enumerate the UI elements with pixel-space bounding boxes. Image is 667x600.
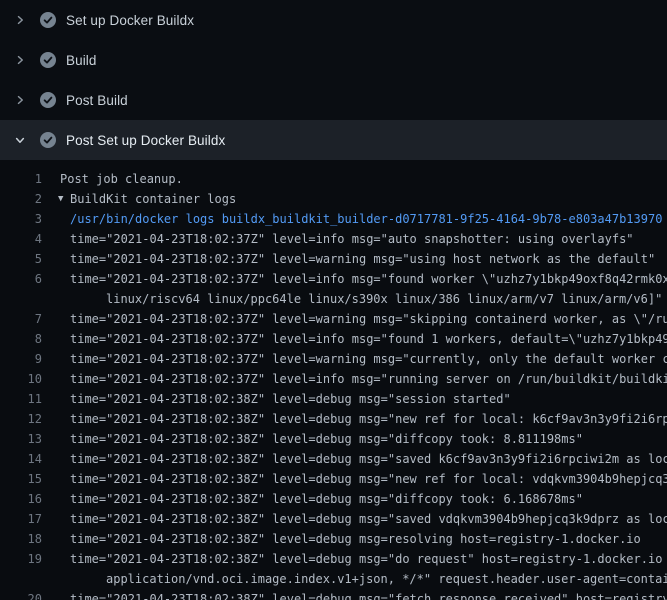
step-label: Set up Docker Buildx <box>66 13 194 28</box>
step-label: Post Build <box>66 93 128 108</box>
chevron-right-icon <box>12 12 28 28</box>
step-label: Post Set up Docker Buildx <box>66 133 225 148</box>
log-text: time="2021-04-23T18:02:37Z" level=warnin… <box>70 249 655 269</box>
line-number[interactable]: 7 <box>0 309 42 329</box>
line-number[interactable]: 17 <box>0 509 42 529</box>
log-line: 8 time="2021-04-23T18:02:37Z" level=info … <box>0 329 667 349</box>
chevron-right-icon <box>12 92 28 108</box>
log-line: 15 time="2021-04-23T18:02:38Z" level=debu… <box>0 469 667 489</box>
log-line: 13 time="2021-04-23T18:02:38Z" level=debu… <box>0 429 667 449</box>
log-line: 19 time="2021-04-23T18:02:38Z" level=debu… <box>0 549 667 569</box>
group-collapse-icon[interactable]: ▼ <box>58 189 70 209</box>
log-line: 2 ▼BuildKit container logs <box>0 189 667 209</box>
log-text: time="2021-04-23T18:02:38Z" level=debug … <box>70 389 511 409</box>
log-line: linux/riscv64 linux/ppc64le linux/s390x … <box>0 289 667 309</box>
log-text: time="2021-04-23T18:02:38Z" level=debug … <box>70 489 583 509</box>
log-line: 6 time="2021-04-23T18:02:37Z" level=info … <box>0 269 667 289</box>
log-text: time="2021-04-23T18:02:38Z" level=debug … <box>70 589 667 600</box>
log-line: 17 time="2021-04-23T18:02:38Z" level=debu… <box>0 509 667 529</box>
log-line: 14 time="2021-04-23T18:02:38Z" level=debu… <box>0 449 667 469</box>
line-number[interactable]: 4 <box>0 229 42 249</box>
step-header-set-up-docker-buildx[interactable]: Set up Docker Buildx <box>0 0 667 40</box>
log-line: 4 time="2021-04-23T18:02:37Z" level=info … <box>0 229 667 249</box>
step-header-build[interactable]: Build <box>0 40 667 80</box>
line-number[interactable]: 8 <box>0 329 42 349</box>
line-number[interactable]: 18 <box>0 529 42 549</box>
chevron-right-icon <box>12 52 28 68</box>
check-circle-icon <box>40 12 56 28</box>
log-line: 10 time="2021-04-23T18:02:37Z" level=info… <box>0 369 667 389</box>
log-viewer: 1 Post job cleanup. 2 ▼BuildKit container l… <box>0 160 667 600</box>
log-line: 20 time="2021-04-23T18:02:38Z" level=debu… <box>0 589 667 600</box>
line-number[interactable]: 2 <box>0 189 42 209</box>
log-text: time="2021-04-23T18:02:38Z" level=debug … <box>70 409 667 429</box>
log-text: application/vnd.oci.image.index.v1+json,… <box>106 569 667 589</box>
log-text: time="2021-04-23T18:02:38Z" level=debug … <box>70 449 667 469</box>
log-text: linux/riscv64 linux/ppc64le linux/s390x … <box>106 289 662 309</box>
line-number[interactable]: 11 <box>0 389 42 409</box>
log-text: BuildKit container logs <box>70 189 236 209</box>
line-number[interactable]: 3 <box>0 209 42 229</box>
log-text: time="2021-04-23T18:02:38Z" level=debug … <box>70 469 667 489</box>
check-circle-icon <box>40 52 56 68</box>
line-number[interactable]: 1 <box>0 169 42 189</box>
line-number[interactable]: 12 <box>0 409 42 429</box>
log-text: time="2021-04-23T18:02:37Z" level=info m… <box>70 269 667 289</box>
log-line: 18 time="2021-04-23T18:02:38Z" level=debu… <box>0 529 667 549</box>
check-circle-icon <box>40 92 56 108</box>
step-header-post-set-up-docker-buildx[interactable]: Post Set up Docker Buildx <box>0 120 667 160</box>
log-text: Post job cleanup. <box>60 169 183 189</box>
log-text: time="2021-04-23T18:02:38Z" level=debug … <box>70 549 667 569</box>
log-line: 16 time="2021-04-23T18:02:38Z" level=debu… <box>0 489 667 509</box>
log-text: time="2021-04-23T18:02:38Z" level=debug … <box>70 509 667 529</box>
line-number[interactable]: 5 <box>0 249 42 269</box>
log-line: 1 Post job cleanup. <box>0 169 667 189</box>
line-number[interactable]: 15 <box>0 469 42 489</box>
line-number <box>0 289 42 309</box>
log-line: 12 time="2021-04-23T18:02:38Z" level=debu… <box>0 409 667 429</box>
check-circle-icon <box>40 132 56 148</box>
line-number[interactable]: 9 <box>0 349 42 369</box>
log-line: 3/usr/bin/docker logs buildx_buildkit_bu… <box>0 209 667 229</box>
log-line: 5 time="2021-04-23T18:02:37Z" level=warni… <box>0 249 667 269</box>
line-number[interactable]: 14 <box>0 449 42 469</box>
line-number[interactable]: 20 <box>0 589 42 600</box>
log-text: time="2021-04-23T18:02:38Z" level=debug … <box>70 429 583 449</box>
line-number[interactable]: 16 <box>0 489 42 509</box>
log-text: time="2021-04-23T18:02:37Z" level=info m… <box>70 329 667 349</box>
log-text: time="2021-04-23T18:02:38Z" level=debug … <box>70 529 641 549</box>
line-number[interactable]: 6 <box>0 269 42 289</box>
step-list: Set up Docker Buildx Build Post Build Post … <box>0 0 667 160</box>
log-line: 9 time="2021-04-23T18:02:37Z" level=warni… <box>0 349 667 369</box>
line-number[interactable]: 13 <box>0 429 42 449</box>
log-text: time="2021-04-23T18:02:37Z" level=warnin… <box>70 309 667 329</box>
chevron-down-icon <box>12 132 28 148</box>
log-line: application/vnd.oci.image.index.v1+json,… <box>0 569 667 589</box>
command-text: /usr/bin/docker logs buildx_buildkit_bui… <box>70 209 662 229</box>
log-text: time="2021-04-23T18:02:37Z" level=info m… <box>70 369 667 389</box>
log-text: time="2021-04-23T18:02:37Z" level=warnin… <box>70 349 667 369</box>
line-number <box>0 569 42 589</box>
log-line: 11 time="2021-04-23T18:02:38Z" level=debu… <box>0 389 667 409</box>
log-line: 7 time="2021-04-23T18:02:37Z" level=warni… <box>0 309 667 329</box>
step-header-post-build[interactable]: Post Build <box>0 80 667 120</box>
line-number[interactable]: 10 <box>0 369 42 389</box>
line-number[interactable]: 19 <box>0 549 42 569</box>
log-text: time="2021-04-23T18:02:37Z" level=info m… <box>70 229 634 249</box>
step-label: Build <box>66 53 97 68</box>
